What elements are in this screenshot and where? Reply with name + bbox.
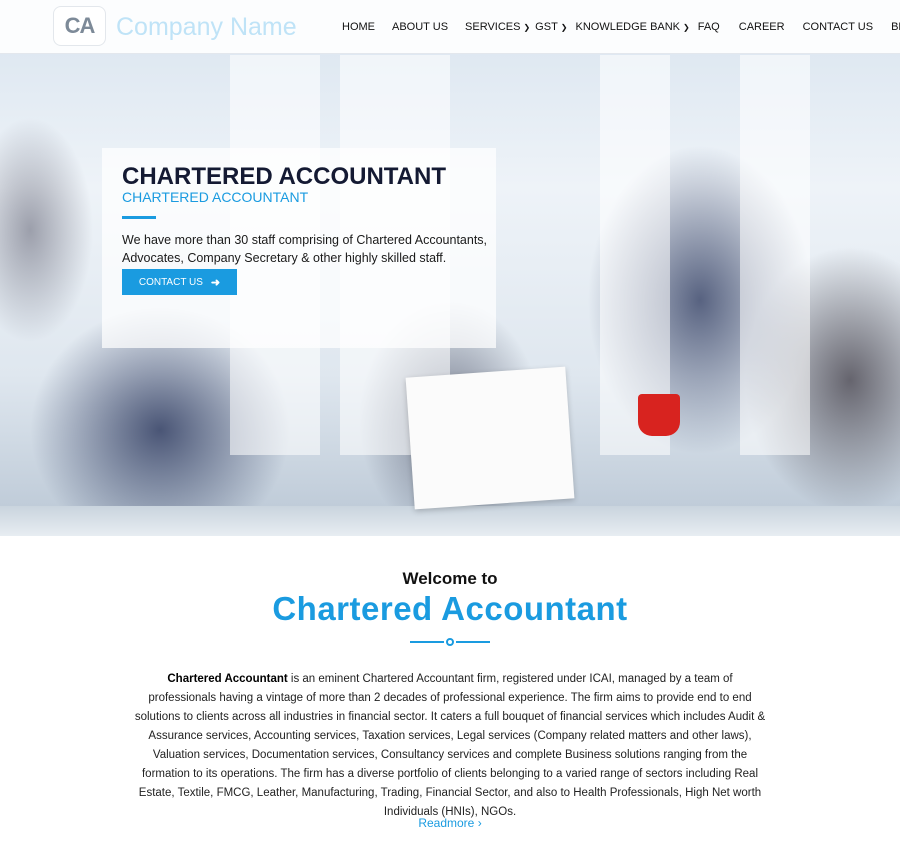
about-firm-name: Chartered Accountant — [167, 673, 288, 685]
nav-item-about-us[interactable]: ABOUT US — [392, 21, 448, 33]
nav-item-gst[interactable]: GST ❯ — [535, 21, 567, 33]
hero-document — [405, 366, 575, 510]
about-body: is an eminent Chartered Accountant firm,… — [134, 673, 766, 818]
logo-mark: CA — [64, 13, 96, 38]
about-paragraph: Chartered Accountant is an eminent Chart… — [132, 670, 768, 822]
nav-item-label: ABOUT US — [392, 21, 449, 33]
hero-desk — [0, 506, 900, 536]
readmore-link[interactable]: Readmore › — [0, 816, 900, 830]
nav-item-label: CAREER — [738, 21, 785, 33]
logo[interactable]: CA — [53, 6, 106, 46]
welcome-label: Welcome to — [402, 569, 498, 588]
nav-item-blog[interactable]: BLOG — [891, 21, 900, 33]
contact-us-button[interactable]: CONTACT US ➜ — [122, 269, 237, 295]
arrow-right-icon: ➜ — [210, 276, 221, 289]
nav-item-label: KNOWLEDGE BANK — [575, 21, 681, 33]
nav-item-label: HOME — [342, 21, 375, 33]
divider-line — [456, 641, 490, 643]
top-navbar: CA Company Name HOME ABOUT US SERVICES ❯… — [0, 0, 900, 54]
section-divider — [410, 636, 490, 648]
nav-item-label: FAQ — [697, 21, 720, 33]
hero-coffee-cup — [638, 394, 680, 436]
readmore-label: Readmore — [418, 816, 475, 830]
company-name[interactable]: Company Name — [116, 13, 297, 42]
hero-window-pane — [740, 55, 810, 455]
contact-us-button-label: CONTACT US — [138, 276, 203, 288]
divider-circle-icon — [446, 638, 454, 646]
nav-item-label: GST — [535, 21, 558, 33]
nav-item-home[interactable]: HOME — [342, 21, 375, 33]
nav-item-contact-us[interactable]: CONTACT US — [803, 21, 874, 33]
chevron-right-icon: › — [477, 816, 482, 830]
divider-line — [410, 641, 444, 643]
hero-underline — [122, 216, 156, 219]
nav-item-label: SERVICES — [465, 21, 521, 33]
nav-item-faq[interactable]: FAQ — [698, 21, 720, 33]
nav-item-label: CONTACT US — [802, 21, 874, 33]
welcome-title: Chartered Accountant — [272, 590, 628, 627]
chevron-down-icon: ❯ — [560, 22, 568, 32]
nav-item-label: BLOG — [891, 21, 900, 33]
hero-caption-card: CHARTERED ACCOUNTANT CHARTERED ACCOUNTAN… — [102, 148, 496, 348]
main-menu: HOME ABOUT US SERVICES ❯ GST ❯ KNOWLEDGE… — [342, 19, 900, 35]
hero-description: We have more than 30 staff comprising of… — [122, 233, 488, 265]
hero-title: CHARTERED ACCOUNTANT — [122, 163, 446, 190]
nav-item-career[interactable]: CAREER — [739, 21, 785, 33]
hero-subtitle: CHARTERED ACCOUNTANT — [122, 189, 309, 205]
nav-item-services[interactable]: SERVICES ❯ — [465, 21, 530, 33]
nav-item-knowledge-bank[interactable]: KNOWLEDGE BANK ❯ — [576, 21, 690, 33]
chevron-down-icon: ❯ — [523, 22, 531, 32]
chevron-down-icon: ❯ — [683, 22, 690, 32]
